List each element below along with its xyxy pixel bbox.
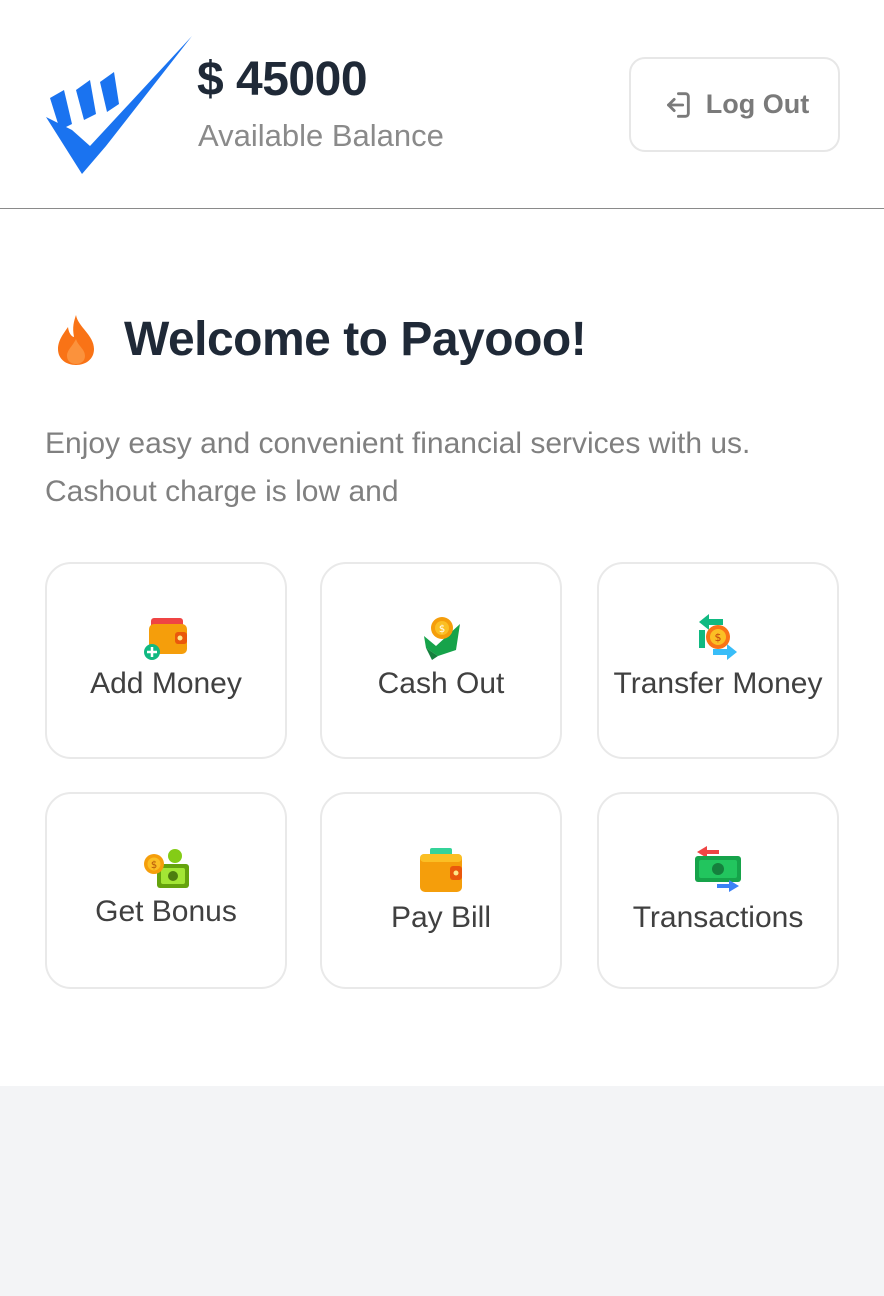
transfer-money-card[interactable]: $ Transfer Money bbox=[597, 562, 839, 759]
app-header: $ 45000 Available Balance Log Out bbox=[0, 0, 884, 209]
get-bonus-label: Get Bonus bbox=[95, 895, 237, 928]
transfer-icon: $ bbox=[699, 614, 737, 660]
cash-out-card[interactable]: $ Cash Out bbox=[320, 562, 562, 759]
logout-icon bbox=[666, 91, 690, 118]
pay-bill-label: Pay Bill bbox=[390, 901, 492, 934]
transfer-money-label: Transfer Money bbox=[613, 667, 823, 700]
welcome-description: Enjoy easy and convenient financial serv… bbox=[45, 420, 845, 516]
svg-text:$: $ bbox=[151, 860, 157, 871]
welcome-heading: Welcome to Payooo! bbox=[54, 312, 587, 367]
add-money-card[interactable]: Add Money bbox=[45, 562, 287, 759]
get-bonus-card[interactable]: $ Get Bonus bbox=[45, 792, 287, 989]
balance-amount: $ 45000 bbox=[197, 53, 368, 106]
transactions-label: Transactions bbox=[632, 901, 804, 934]
add-money-label: Add Money bbox=[90, 667, 242, 700]
transactions-card[interactable]: Transactions bbox=[597, 792, 839, 989]
balance-label: Available Balance bbox=[198, 118, 444, 153]
main-panel: $ 45000 Available Balance Log Out Welcom… bbox=[0, 0, 884, 1086]
welcome-title: Welcome to Payooo! bbox=[124, 313, 587, 366]
cash-out-icon: $ bbox=[424, 617, 460, 660]
cash-out-label: Cash Out bbox=[377, 667, 505, 700]
svg-text:$: $ bbox=[439, 624, 445, 635]
pay-bill-card[interactable]: Pay Bill bbox=[320, 792, 562, 989]
page: $ 45000 Available Balance Log Out Welcom… bbox=[0, 0, 884, 1296]
logout-label: Log Out bbox=[705, 89, 810, 119]
logo-checkmark-icon bbox=[46, 36, 192, 174]
bonus-icon: $ bbox=[144, 849, 189, 888]
fire-icon bbox=[58, 314, 94, 365]
transactions-icon bbox=[695, 846, 741, 892]
footer-area bbox=[0, 1086, 884, 1296]
logout-button[interactable]: Log Out bbox=[629, 57, 840, 152]
wallet-icon bbox=[420, 848, 462, 892]
svg-text:$: $ bbox=[715, 631, 722, 644]
description-line: Enjoy easy and convenient financial serv… bbox=[45, 427, 751, 460]
description-line: Cashout charge is low and bbox=[45, 475, 399, 508]
wallet-add-icon bbox=[144, 618, 187, 660]
